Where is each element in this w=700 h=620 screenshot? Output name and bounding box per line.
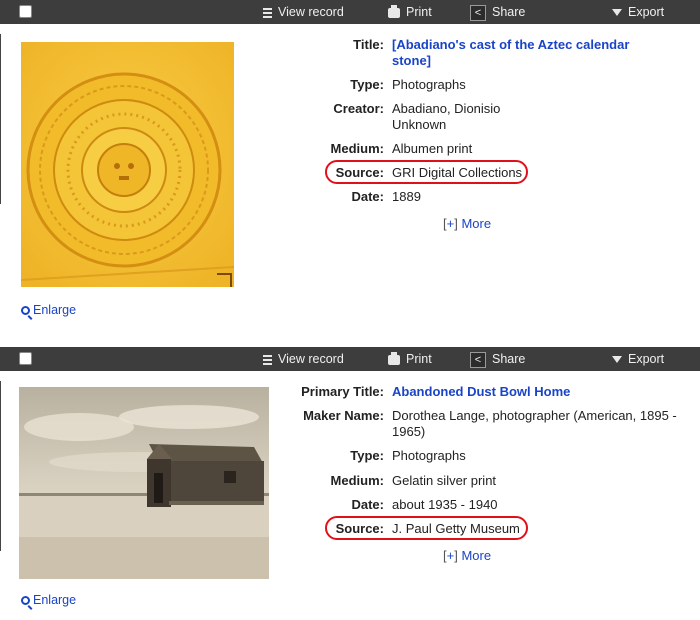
list-icon: [263, 7, 272, 18]
magnifier-icon: [21, 306, 30, 315]
medium-label: Medium:: [330, 141, 384, 156]
date-value: about 1935 - 1940: [392, 497, 498, 512]
magnifier-icon: [21, 596, 30, 605]
creator-name: Unknown: [392, 117, 447, 132]
source-highlight-oval: [325, 160, 528, 184]
record-toolbar: View record Print < Share Export: [0, 347, 700, 371]
more-label: More: [461, 216, 492, 231]
record-card: View record Print < Share Export Enlarge…: [0, 347, 700, 620]
print-button[interactable]: Print: [388, 0, 432, 24]
type-label: Type:: [350, 77, 384, 92]
view-record-label: View record: [278, 5, 344, 19]
caret-down-icon: [612, 9, 622, 17]
share-icon: <: [470, 4, 486, 21]
share-label: Share: [492, 5, 526, 19]
type-value: Photographs: [392, 448, 466, 463]
title-field: Primary Title: Abandoned Dust Bowl Home: [0, 384, 570, 400]
share-button[interactable]: < Share: [470, 347, 525, 371]
creator-label: Creator:: [333, 101, 384, 116]
medium-field: Medium: Albumen print: [0, 141, 473, 157]
printer-icon: [388, 351, 400, 365]
export-label: Export: [628, 5, 665, 19]
export-button[interactable]: Export: [612, 0, 664, 24]
type-field: Type: Photographs: [0, 448, 466, 464]
select-checkbox[interactable]: [19, 5, 32, 18]
export-label: Export: [628, 352, 665, 366]
caret-down-icon: [612, 356, 622, 364]
title-field: Title: [Abadiano's cast of the Aztec cal…: [0, 37, 652, 69]
maker-label: Maker Name:: [303, 408, 384, 423]
maker-value: Dorothea Lange, photographer (American, …: [392, 408, 677, 439]
more-label: More: [461, 548, 492, 563]
share-label: Share: [492, 352, 526, 366]
print-label: Print: [406, 5, 432, 19]
date-field: Date: about 1935 - 1940: [0, 497, 498, 513]
enlarge-link[interactable]: Enlarge: [21, 593, 76, 607]
print-label: Print: [406, 352, 432, 366]
printer-icon: [388, 4, 400, 18]
enlarge-label: Enlarge: [33, 303, 77, 317]
export-button[interactable]: Export: [612, 347, 664, 371]
record-title-link[interactable]: [Abadiano's cast of the Aztec calendar s…: [392, 37, 652, 69]
print-button[interactable]: Print: [388, 347, 432, 371]
medium-field: Medium: Gelatin silver print: [0, 473, 497, 489]
view-record-button[interactable]: View record: [263, 0, 344, 24]
date-value: 1889: [392, 189, 421, 204]
maker-field: Maker Name: Dorothea Lange, photographer…: [0, 408, 688, 440]
share-button[interactable]: < Share: [470, 0, 525, 24]
source-highlight-oval: [325, 516, 528, 540]
date-field: Date: 1889: [0, 189, 421, 205]
enlarge-link[interactable]: Enlarge: [21, 303, 76, 317]
view-record-button[interactable]: View record: [263, 347, 344, 371]
record-title-link[interactable]: Abandoned Dust Bowl Home: [392, 384, 570, 400]
medium-label: Medium:: [330, 473, 384, 488]
view-record-label: View record: [278, 352, 344, 366]
date-label: Date:: [351, 189, 384, 204]
more-bracket: ]: [454, 548, 458, 563]
share-icon: <: [470, 351, 486, 368]
type-label: Type:: [350, 448, 384, 463]
medium-value: Gelatin silver print: [392, 473, 497, 488]
date-label: Date:: [351, 497, 384, 512]
creator-field: Creator: Abadiano, Dionisio Unknown: [0, 101, 500, 133]
type-field: Type: Photographs: [0, 77, 466, 93]
medium-value: Albumen print: [392, 141, 473, 156]
list-icon: [263, 354, 272, 365]
type-value: Photographs: [392, 77, 466, 92]
creator-name: Abadiano, Dionisio: [392, 101, 501, 116]
creator-value: Abadiano, Dionisio Unknown: [392, 101, 500, 133]
record-card: View record Print < Share Export Enlarge…: [0, 0, 700, 345]
primary-title-label: Primary Title:: [301, 384, 384, 399]
select-checkbox[interactable]: [19, 352, 32, 365]
more-link[interactable]: [+] More: [443, 216, 491, 231]
record-toolbar: View record Print < Share Export: [0, 0, 700, 24]
more-link[interactable]: [+] More: [443, 548, 491, 563]
more-bracket: ]: [454, 216, 458, 231]
title-label: Title:: [353, 37, 384, 52]
enlarge-label: Enlarge: [33, 593, 77, 607]
